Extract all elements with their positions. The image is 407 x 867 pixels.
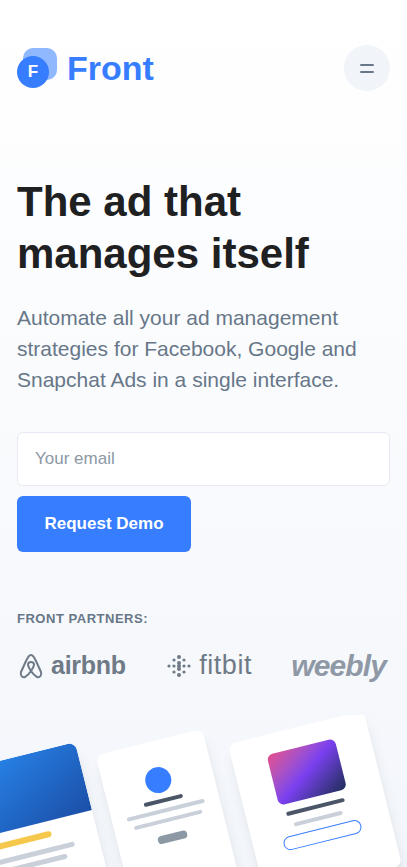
preview-card xyxy=(0,742,111,867)
partner-logo: airbnb xyxy=(17,652,126,680)
preview-card xyxy=(95,729,238,867)
hero: The ad that manages itself Automate all … xyxy=(0,91,407,681)
brand-logo[interactable]: F Front xyxy=(17,48,154,88)
landing-page: F Front The ad that manages itself Autom… xyxy=(0,0,407,867)
partner-logo: fitbit xyxy=(165,652,252,680)
menu-button[interactable] xyxy=(344,45,390,91)
app-preview-illustration xyxy=(0,715,407,867)
menu-icon xyxy=(360,64,374,66)
hero-title: The ad that manages itself xyxy=(17,176,377,280)
fitbit-icon xyxy=(165,652,193,680)
airbnb-icon xyxy=(17,652,45,680)
request-demo-button[interactable]: Request Demo xyxy=(17,496,191,552)
partner-name: airbnb xyxy=(51,653,126,678)
preview-card xyxy=(228,715,403,867)
email-input[interactable] xyxy=(17,432,390,486)
partner-name: weebly xyxy=(291,651,386,681)
partner-logo: weebly xyxy=(291,651,386,681)
hero-subtitle: Automate all your ad management strategi… xyxy=(17,302,390,395)
brand-name: Front xyxy=(67,51,154,85)
partners-label: FRONT PARTNERS: xyxy=(17,609,390,629)
header: F Front xyxy=(0,0,407,91)
partner-name: fitbit xyxy=(199,652,252,679)
logo-icon: F xyxy=(17,48,57,88)
logo-initial: F xyxy=(17,56,49,88)
partner-logos: airbnb fitbit weebly xyxy=(17,651,390,681)
